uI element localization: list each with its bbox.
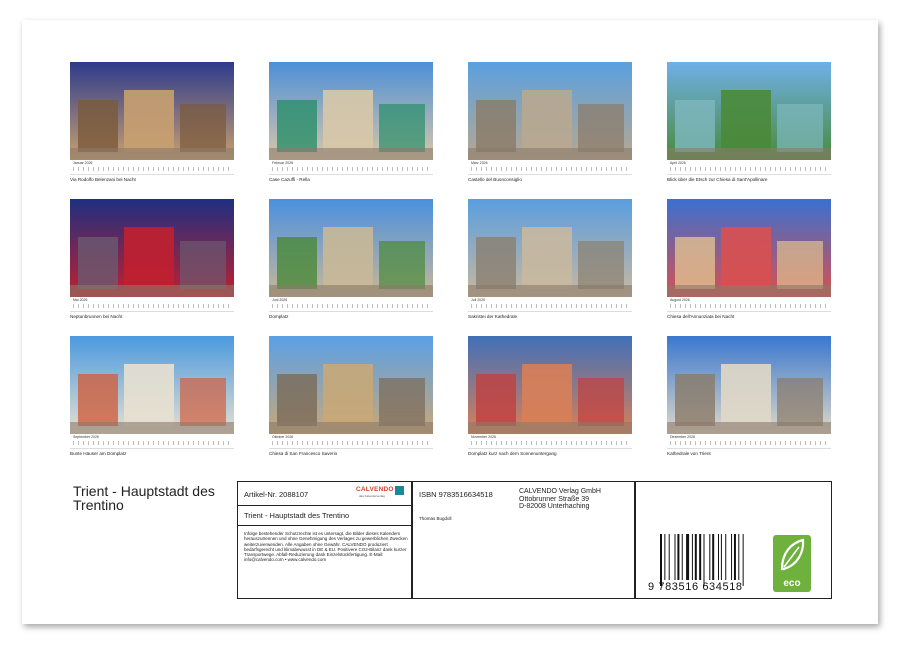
month-page: Dezember 2026 Kathedrale von Trient xyxy=(667,336,831,456)
divider xyxy=(238,505,411,506)
month-photo xyxy=(667,199,831,297)
month-page: Mai 2026 Neptunbrunnen bei Nacht xyxy=(70,199,234,319)
day-row xyxy=(471,167,629,171)
month-photo xyxy=(70,199,234,297)
product-title: Trient - Hauptstadt des Trentino xyxy=(244,511,350,520)
divider xyxy=(411,482,413,598)
photo-caption: Castello del Buonconsiglio xyxy=(468,177,522,182)
calendar-grid: September 2026 xyxy=(70,434,234,449)
publisher-line: CALVENDO Verlag GmbH xyxy=(519,488,601,495)
calendar-grid: Juli 2026 xyxy=(468,297,632,312)
month-photo xyxy=(468,62,632,160)
month-page: April 2026 Blick über die Etsch zur Chies… xyxy=(667,62,831,182)
month-photo xyxy=(667,62,831,160)
calendar-grid: März 2026 xyxy=(468,160,632,175)
day-row xyxy=(471,304,629,308)
article-number: Artikel-Nr. 2088107 xyxy=(244,490,309,499)
month-label: August 2026 xyxy=(670,298,690,302)
day-row xyxy=(670,441,828,445)
month-page: Januar 2026 Via Rodolfo Belenzani bei Nac… xyxy=(70,62,234,182)
calendar-grid: August 2026 xyxy=(667,297,831,312)
calendar-grid: Dezember 2026 xyxy=(667,434,831,449)
divider xyxy=(634,482,636,598)
eco-label: eco xyxy=(783,578,801,589)
day-row xyxy=(471,441,629,445)
calendar-grid: Juni 2026 xyxy=(269,297,433,312)
month-photo xyxy=(468,336,632,434)
month-page: September 2026 Bunte Häuser am Domplatz xyxy=(70,336,234,456)
photo-caption: Chiesa dell'Annunziata bei Nacht xyxy=(667,314,735,319)
barcode-number: 9 783516 634518 xyxy=(648,581,743,593)
month-page: Februar 2026 Case Cazuffi - Rella xyxy=(269,62,433,182)
month-page: Oktober 2026 Chiesa di San Francesco Save… xyxy=(269,336,433,456)
month-label: September 2026 xyxy=(73,435,99,439)
photo-caption: Bunte Häuser am Domplatz xyxy=(70,451,127,456)
month-label: Februar 2026 xyxy=(272,161,294,165)
calendar-grid: April 2026 xyxy=(667,160,831,175)
calendar-title: Trient - Hauptstadt des Trentino xyxy=(73,483,215,513)
month-page: Juni 2026 Domplatz xyxy=(269,199,433,319)
month-photo xyxy=(468,199,632,297)
publisher-line: Ottobrunner Straße 39 xyxy=(519,495,590,503)
day-row xyxy=(272,441,430,445)
photo-caption: Kathedrale von Trient xyxy=(667,451,711,456)
day-row xyxy=(272,304,430,308)
divider xyxy=(238,525,411,526)
month-label: November 2026 xyxy=(471,435,496,439)
month-label: April 2026 xyxy=(670,161,686,165)
month-label: Januar 2026 xyxy=(73,161,93,165)
month-page: Juli 2026 Sakristei der Kathedrale xyxy=(468,199,632,319)
photo-caption: Neptunbrunnen bei Nacht xyxy=(70,314,123,319)
photo-caption: Sakristei der Kathedrale xyxy=(468,314,518,319)
month-page: August 2026 Chiesa dell'Annunziata bei Na… xyxy=(667,199,831,319)
month-label: Juni 2026 xyxy=(272,298,288,302)
publisher-address: CALVENDO Verlag GmbH Ottobrunner Straße … xyxy=(519,488,601,511)
day-row xyxy=(73,441,231,445)
calendar-grid: Januar 2026 xyxy=(70,160,234,175)
calendar-grid: November 2026 xyxy=(468,434,632,449)
month-photo xyxy=(667,336,831,434)
calendar-grid: Februar 2026 xyxy=(269,160,433,175)
legal-text: Infolge bestehender Schutzrechte ist es … xyxy=(244,531,408,563)
photo-caption: Blick über die Etsch zur Chiesa di Sant'… xyxy=(667,177,768,182)
month-label: Mai 2026 xyxy=(73,298,88,302)
calendar-grid: Mai 2026 xyxy=(70,297,234,312)
barcode xyxy=(660,534,744,586)
month-label: Dezember 2026 xyxy=(670,435,695,439)
author: Thomas Bugdoll xyxy=(419,516,452,521)
publisher-line: D-82008 Unterhaching xyxy=(519,503,590,511)
photo-caption: Case Cazuffi - Rella xyxy=(269,177,310,182)
month-label: März 2026 xyxy=(471,161,488,165)
calvendo-logo: CALVENDO xyxy=(356,486,394,493)
photo-caption: Domplatz xyxy=(269,314,289,319)
month-photo xyxy=(269,336,433,434)
month-photo xyxy=(269,62,433,160)
day-row xyxy=(73,167,231,171)
month-photo xyxy=(269,199,433,297)
calvendo-logo-icon xyxy=(395,486,404,495)
day-row xyxy=(272,167,430,171)
photo-caption: Via Rodolfo Belenzani bei Nacht xyxy=(70,177,136,182)
day-row xyxy=(73,304,231,308)
photo-caption: Chiesa di San Francesco Saverio xyxy=(269,451,338,456)
photo-caption: Domplatz kurz nach dem Sonnenuntergang xyxy=(468,451,557,456)
eco-badge: eco xyxy=(773,535,811,592)
isbn: ISBN 9783516634518 xyxy=(419,490,493,499)
month-photo xyxy=(70,62,234,160)
leaf-icon xyxy=(780,538,805,571)
month-photo xyxy=(70,336,234,434)
month-label: Oktober 2026 xyxy=(272,435,294,439)
month-page: November 2026 Domplatz kurz nach dem Sonn… xyxy=(468,336,632,456)
day-row xyxy=(670,304,828,308)
month-label: Juli 2026 xyxy=(471,298,486,302)
month-page: März 2026 Castello del Buonconsiglio xyxy=(468,62,632,182)
day-row xyxy=(670,167,828,171)
calendar-grid: Oktober 2026 xyxy=(269,434,433,449)
logo-subtitle: das Kalenderverlag xyxy=(359,494,385,498)
